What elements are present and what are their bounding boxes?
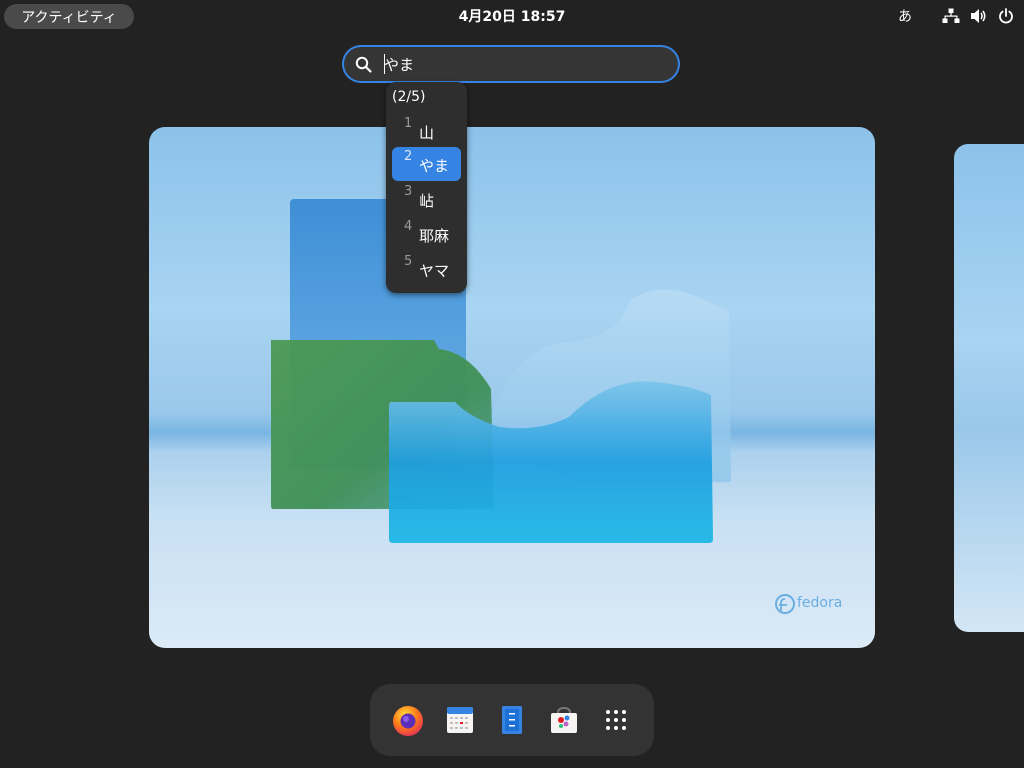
software-icon[interactable]	[542, 698, 586, 742]
workspace-thumbnail[interactable]: fedora	[149, 127, 875, 648]
ime-candidate-5[interactable]: 5 ヤマ	[392, 252, 461, 286]
ime-candidate-2[interactable]: 2 やま	[392, 147, 461, 181]
ime-candidate-number: 3	[404, 184, 413, 199]
dash	[370, 684, 654, 756]
activities-button[interactable]: アクティビティ	[4, 4, 134, 29]
show-apps-icon[interactable]	[594, 698, 638, 742]
workspace-thumbnail-next[interactable]	[954, 144, 1024, 632]
power-icon	[998, 8, 1014, 24]
input-method-indicator[interactable]: あ	[898, 6, 912, 26]
volume-icon	[970, 8, 988, 24]
clock-button[interactable]: 4月20日 18:57	[459, 6, 566, 26]
ime-candidate-1[interactable]: 1 山	[392, 114, 461, 148]
search-input[interactable]: やま	[342, 45, 680, 83]
search-icon	[355, 56, 372, 77]
ime-candidate-number: 4	[404, 219, 413, 234]
ime-candidate-3[interactable]: 3 岾	[392, 182, 461, 216]
ime-candidate-4[interactable]: 4 耶麻	[392, 217, 461, 251]
system-menu-button[interactable]	[942, 8, 1014, 24]
ime-candidate-popup: (2/5) 1 山 2 やま 3 岾 4 耶麻 5 ヤマ	[386, 82, 467, 293]
wallpaper-image	[149, 199, 875, 614]
ime-candidate-text: 山	[419, 124, 435, 142]
activities-label: アクティビティ	[21, 9, 117, 26]
status-area: あ	[898, 0, 1014, 32]
text-editor-icon[interactable]	[490, 698, 534, 742]
firefox-icon[interactable]	[386, 698, 430, 742]
top-bar: アクティビティ 4月20日 18:57 あ	[0, 0, 1024, 32]
ime-candidate-number: 1	[404, 116, 413, 131]
ime-candidate-text: 耶麻	[419, 227, 450, 245]
fedora-logo-text: fedora	[797, 595, 843, 611]
ime-candidate-text: やま	[419, 157, 450, 175]
network-wired-icon	[942, 8, 960, 24]
search-text: やま	[384, 56, 415, 74]
calendar-icon[interactable]	[438, 698, 482, 742]
ime-candidate-number: 2	[404, 149, 413, 164]
ime-candidate-text: 岾	[419, 192, 435, 210]
clock-area: 4月20日 18:57	[0, 0, 1024, 32]
text-cursor	[384, 54, 385, 74]
ime-candidate-text: ヤマ	[419, 262, 450, 280]
ime-page-indicator: (2/5)	[392, 89, 426, 105]
ime-candidate-number: 5	[404, 254, 413, 269]
fedora-logo	[775, 594, 795, 614]
